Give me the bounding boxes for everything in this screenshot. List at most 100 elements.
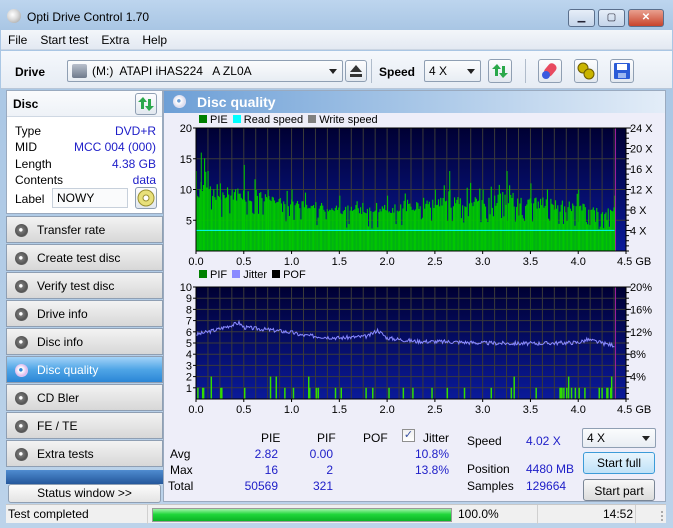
pie-bar	[584, 207, 586, 251]
y2-tick-label: 12%	[630, 327, 652, 339]
samples-label: Samples	[467, 479, 514, 493]
pie-bar	[316, 225, 318, 251]
pie-bar	[301, 201, 303, 251]
menu-start-test[interactable]: Start test	[33, 30, 94, 47]
pie-bar	[456, 199, 458, 251]
nav-item-drive-info[interactable]: Drive info	[6, 300, 163, 327]
nav-item-disc-info[interactable]: Disc info	[6, 328, 163, 355]
toolbar-divider	[371, 59, 372, 83]
minimize-button[interactable]: ▁	[568, 9, 595, 27]
pie-bar	[355, 205, 357, 251]
pie-bar	[286, 190, 288, 251]
x-tick-label: 4.5 GB	[617, 404, 651, 416]
pie-bar	[207, 170, 209, 251]
menu-file[interactable]: File	[1, 30, 33, 47]
disc-gear-icon	[15, 308, 28, 321]
nav-item-verify-test-disc[interactable]: Verify test disc	[6, 272, 163, 299]
pie-bar	[225, 197, 227, 251]
pie-bar	[466, 187, 468, 251]
y-tick-label: 9	[186, 293, 192, 305]
pie-bar	[433, 207, 435, 251]
pie-bar	[299, 208, 301, 251]
pie-bar	[467, 216, 469, 251]
nav-item-extra-tests[interactable]: Extra tests	[6, 440, 163, 467]
disc-contents-value: data	[132, 173, 156, 187]
pie-bar	[214, 197, 216, 251]
pie-bar	[420, 219, 422, 251]
y-tick-label: 7	[186, 316, 192, 328]
pie-bar	[496, 203, 498, 251]
speed-select[interactable]: 4 X	[424, 60, 481, 82]
pie-bar	[536, 208, 538, 251]
pie-bar	[576, 193, 578, 251]
nav-item-disc-quality[interactable]: Disc quality	[6, 356, 163, 383]
refresh-speed-button[interactable]	[488, 59, 512, 83]
pie-bar	[285, 221, 287, 251]
pie-bar	[335, 205, 338, 251]
nav-item-transfer-rate[interactable]: Transfer rate	[6, 216, 163, 243]
pie-bar	[251, 201, 253, 251]
pie-bar	[450, 207, 452, 251]
start-part-button[interactable]: Start part	[583, 479, 655, 501]
nav-item-label: Verify test disc	[37, 279, 115, 293]
pie-bar	[271, 196, 273, 251]
pie-bar	[199, 189, 201, 251]
nav-item-cd-bler[interactable]: CD Bler	[6, 384, 163, 411]
settings-button[interactable]	[574, 59, 598, 83]
disc-label-input[interactable]: NOWY	[52, 188, 128, 208]
pie-bar	[204, 158, 206, 251]
pie-bar	[236, 200, 238, 251]
pie-bar	[515, 206, 518, 251]
close-button[interactable]: ✕	[628, 9, 664, 27]
test-speed-select[interactable]: 4 X	[582, 428, 656, 448]
y-tick-label: 10	[180, 282, 192, 294]
stats-header-jitter: Jitter	[423, 431, 450, 445]
pie-bar	[390, 212, 393, 251]
x-tick-label: 3.5	[523, 404, 538, 416]
pie-bar	[589, 225, 591, 251]
pie-bar	[380, 211, 382, 251]
pie-bar	[549, 220, 551, 251]
x-tick-label: 0.0	[188, 256, 203, 268]
panel-header: Disc quality	[164, 91, 665, 113]
nav-item-label: Disc quality	[37, 363, 99, 377]
pie-bar	[238, 193, 240, 251]
pie-bar	[275, 203, 277, 251]
x-tick-label: 0.5	[236, 404, 251, 416]
disc-refresh-button[interactable]	[135, 93, 157, 115]
pie-bar	[392, 208, 394, 251]
pie-bar	[310, 205, 312, 251]
resize-grip[interactable]	[655, 511, 663, 521]
eject-button[interactable]	[345, 60, 367, 82]
pie-bar	[240, 197, 242, 251]
start-full-button[interactable]: Start full	[583, 452, 655, 474]
disc-gear-icon	[15, 280, 28, 293]
nav-item-fe-te[interactable]: FE / TE	[6, 412, 163, 439]
pie-bar	[445, 200, 448, 251]
pie-bar	[393, 212, 395, 251]
maximize-button[interactable]: ▢	[598, 9, 625, 27]
stats-total-label: Total	[168, 479, 194, 493]
pie-bar	[518, 215, 520, 251]
speed-label: Speed	[379, 65, 416, 79]
pie-bar	[612, 211, 614, 251]
save-button[interactable]	[610, 59, 634, 83]
pie-bar	[442, 197, 444, 251]
pie-bar	[437, 199, 440, 251]
erase-button[interactable]	[538, 59, 562, 83]
nav-item-create-test-disc[interactable]: Create test disc	[6, 244, 163, 271]
pie-bar	[216, 184, 218, 251]
pie-bar	[370, 211, 372, 251]
pie-bar	[566, 221, 568, 251]
drive-select[interactable]: (M:) ATAPI iHAS224 A ZL0A	[67, 60, 343, 82]
disc-label-button[interactable]	[135, 187, 157, 209]
pie-bar	[491, 207, 493, 251]
pie-bar	[239, 193, 241, 251]
menu-help[interactable]: Help	[135, 30, 173, 47]
drive-label: Drive	[15, 65, 46, 79]
pie-bar	[464, 206, 466, 251]
pie-bar	[514, 221, 516, 251]
jitter-checkbox[interactable]: ✓	[402, 429, 415, 442]
status-window-button[interactable]: Status window >>	[8, 484, 161, 503]
menu-extra[interactable]: Extra	[94, 30, 135, 47]
